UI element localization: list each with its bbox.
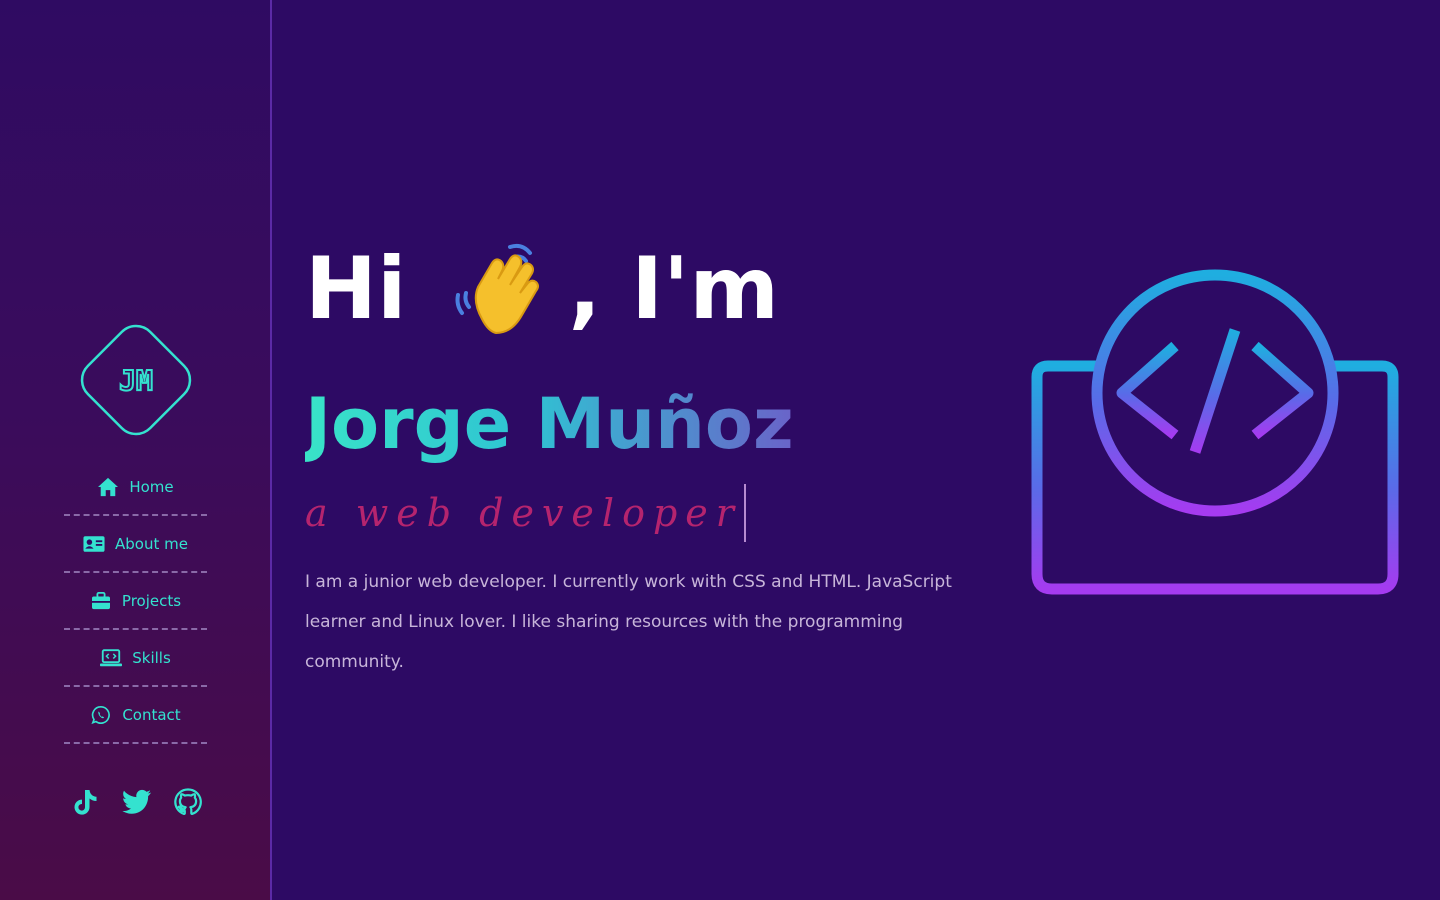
twitter-icon [122, 789, 152, 819]
briefcase-icon [90, 590, 112, 612]
nav-item-skills[interactable]: Skills [64, 630, 207, 687]
social-links [70, 788, 204, 820]
role-text: a web developer [305, 491, 742, 535]
greeting: Hi , I'm [305, 234, 779, 344]
logo[interactable]: JM [74, 318, 198, 442]
code-laptop-icon [100, 647, 123, 669]
github-link[interactable] [172, 788, 204, 820]
nav-item-home[interactable]: Home [64, 460, 207, 516]
greeting-start: Hi [305, 239, 407, 339]
whatsapp-icon [90, 704, 112, 726]
nav-item-contact[interactable]: Contact [64, 687, 207, 744]
logo-diamond-icon: JM [80, 324, 192, 436]
id-card-icon [83, 533, 105, 555]
nav-label-contact: Contact [122, 705, 181, 724]
sidebar-nav: Home About me Projects Skills Contact [64, 460, 207, 744]
role-typewriter: a web developer [305, 484, 746, 542]
bio-paragraph: I am a junior web developer. I currently… [305, 572, 952, 672]
typing-caret [743, 484, 746, 542]
nav-label-about: About me [115, 534, 188, 553]
waving-hand-icon [452, 239, 552, 339]
nav-item-projects[interactable]: Projects [64, 573, 207, 630]
nav-label-home: Home [129, 478, 174, 496]
nav-item-about[interactable]: About me [64, 516, 207, 573]
nav-label-projects: Projects [121, 591, 182, 610]
greeting-end: , I'm [568, 239, 780, 339]
sidebar: JM Home About me Projects Skills Contact [0, 0, 272, 900]
tiktok-icon [73, 788, 99, 820]
github-icon [174, 788, 202, 820]
code-monitor-icon [1030, 268, 1400, 632]
developer-name: Jorge Muñoz [305, 374, 794, 474]
tiktok-link[interactable] [70, 788, 102, 820]
twitter-link[interactable] [121, 788, 153, 820]
nav-label-skills: Skills [132, 648, 171, 667]
home-icon [97, 476, 119, 498]
logo-text: JM [119, 364, 153, 397]
